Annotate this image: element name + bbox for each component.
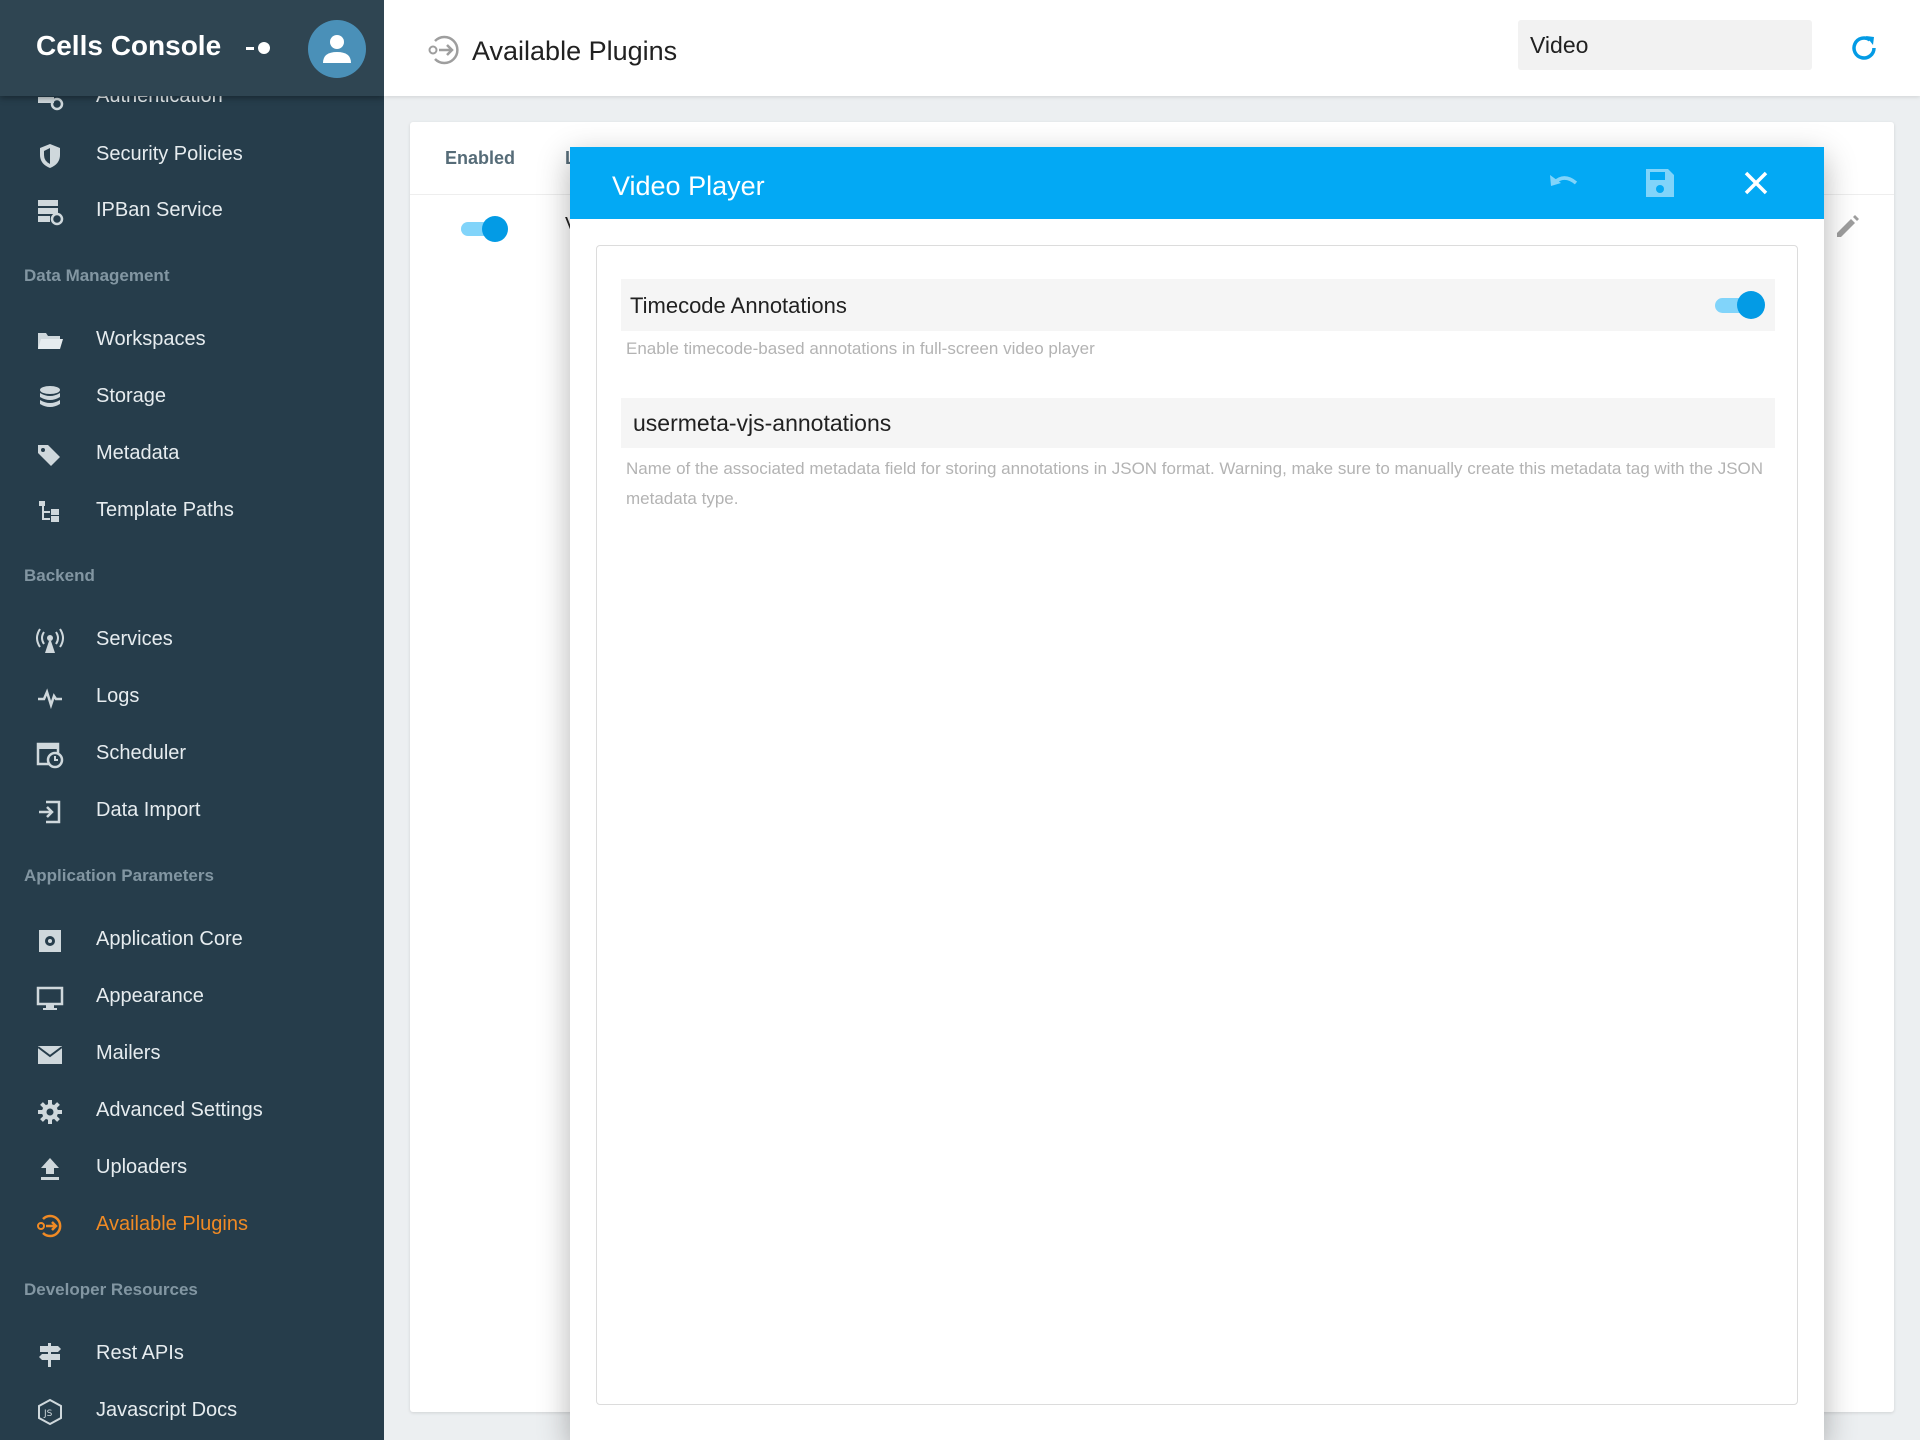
sidebar-item-label: Storage — [96, 385, 167, 407]
app-title: Cells Console — [36, 30, 222, 61]
sidebar-item-label: IPBan Service — [96, 199, 223, 221]
plugin-icon — [36, 1212, 64, 1240]
sidebar-item-label: Available Plugins — [96, 1213, 248, 1235]
sidebar-item-appearance[interactable]: Appearance — [0, 972, 384, 1022]
pulse-icon — [36, 684, 64, 712]
sidebar-item-services[interactable]: Services — [0, 615, 384, 665]
collapse-sidebar-icon[interactable] — [244, 38, 274, 58]
monitor-icon — [36, 984, 64, 1012]
sidebar-item-label: Advanced Settings — [96, 1099, 263, 1121]
sidebar-header: Cells Console — [0, 0, 384, 96]
sidebar-item-metadata[interactable]: Metadata — [0, 429, 384, 479]
folder-icon — [36, 327, 64, 355]
sidebar-item-label: Application Core — [96, 928, 243, 950]
field-label: Timecode Annotations — [630, 293, 847, 318]
section-backend: Backend — [24, 566, 95, 585]
sidebar-item-advanced-settings[interactable]: Advanced Settings — [0, 1086, 384, 1136]
database-icon — [36, 384, 64, 412]
sidebar-item-label: Workspaces — [96, 328, 206, 350]
sidebar-item-scheduler[interactable]: Scheduler — [0, 729, 384, 779]
undo-icon[interactable] — [1542, 161, 1586, 205]
sidebar-item-storage[interactable]: Storage — [0, 372, 384, 422]
calendar-clock-icon — [36, 741, 64, 769]
core-icon — [36, 927, 64, 955]
sidebar: Cells Console Authentication Security Po… — [0, 0, 384, 1440]
dialog-header: Video Player — [570, 147, 1824, 219]
tags-icon — [36, 441, 64, 469]
pencil-icon[interactable] — [1832, 212, 1862, 242]
import-icon — [36, 798, 64, 826]
access-point-icon — [36, 627, 64, 655]
page-title: Available Plugins — [472, 36, 678, 66]
section-developer-resources: Developer Resources — [24, 1280, 198, 1299]
field-help-text: Enable timecode-based annotations in ful… — [626, 339, 1095, 358]
sidebar-item-ipban-service[interactable]: IPBan Service — [0, 186, 384, 236]
sidebar-item-security-policies[interactable]: Security Policies — [0, 130, 384, 180]
sidebar-item-label: Services — [96, 628, 173, 650]
close-icon[interactable] — [1734, 161, 1778, 205]
upload-icon — [36, 1155, 64, 1183]
sidebar-item-label: Rest APIs — [96, 1342, 184, 1364]
shield-icon — [36, 142, 64, 170]
sidebar-item-label: Scheduler — [96, 742, 187, 764]
ipban-icon — [36, 198, 64, 226]
sidebar-item-rest-apis[interactable]: Rest APIs — [0, 1329, 384, 1379]
sidebar-item-label: Javascript Docs — [96, 1399, 238, 1421]
search-input[interactable] — [1518, 20, 1812, 70]
sidebar-item-label: Logs — [96, 685, 140, 707]
sidebar-item-logs[interactable]: Logs — [0, 672, 384, 722]
field-help-text: Name of the associated metadata field fo… — [626, 459, 1764, 508]
column-header-enabled[interactable]: Enabled — [445, 148, 515, 169]
js-icon: JS — [36, 1398, 64, 1426]
sidebar-item-application-core[interactable]: Application Core — [0, 915, 384, 965]
timecode-annotations-toggle[interactable] — [1713, 290, 1767, 320]
sidebar-item-label: Data Import — [96, 799, 201, 821]
plugin-editor-dialog: Video Player Timecode Annotations Enable… — [570, 147, 1824, 1440]
sidebar-item-data-import[interactable]: Data Import — [0, 786, 384, 836]
sidebar-item-javascript-docs[interactable]: JS Javascript Docs — [0, 1386, 384, 1436]
sidebar-item-mailers[interactable]: Mailers — [0, 1029, 384, 1079]
sidebar-item-label: Mailers — [96, 1042, 161, 1064]
metadata-field-input[interactable] — [621, 398, 1775, 448]
sidebar-item-label: Appearance — [96, 985, 204, 1007]
sidebar-item-label: Template Paths — [96, 499, 234, 521]
top-bar: Available Plugins — [384, 0, 1920, 96]
dialog-title: Video Player — [612, 171, 765, 201]
sidebar-item-template-paths[interactable]: Template Paths — [0, 486, 384, 536]
user-avatar[interactable] — [308, 20, 366, 78]
sidebar-item-label: Uploaders — [96, 1156, 188, 1178]
timecode-annotations-row: Timecode Annotations — [621, 279, 1775, 331]
sidebar-item-label: Metadata — [96, 442, 180, 464]
svg-text:JS: JS — [43, 1409, 53, 1419]
email-icon — [36, 1041, 64, 1069]
sidebar-item-label: Security Policies — [96, 143, 243, 165]
sidebar-item-available-plugins[interactable]: Available Plugins — [0, 1200, 384, 1250]
dialog-body: Timecode Annotations Enable timecode-bas… — [596, 245, 1798, 1405]
refresh-icon[interactable] — [1844, 28, 1884, 68]
signpost-icon — [36, 1341, 64, 1369]
sidebar-item-workspaces[interactable]: Workspaces — [0, 315, 384, 365]
save-icon[interactable] — [1638, 161, 1682, 205]
section-data-management: Data Management — [24, 266, 170, 285]
sidebar-item-uploaders[interactable]: Uploaders — [0, 1143, 384, 1193]
gear-icon — [36, 1098, 64, 1126]
section-application-parameters: Application Parameters — [24, 866, 214, 885]
plugin-enabled-toggle[interactable] — [460, 216, 510, 242]
file-tree-icon — [36, 498, 64, 526]
plugin-icon — [426, 32, 462, 68]
